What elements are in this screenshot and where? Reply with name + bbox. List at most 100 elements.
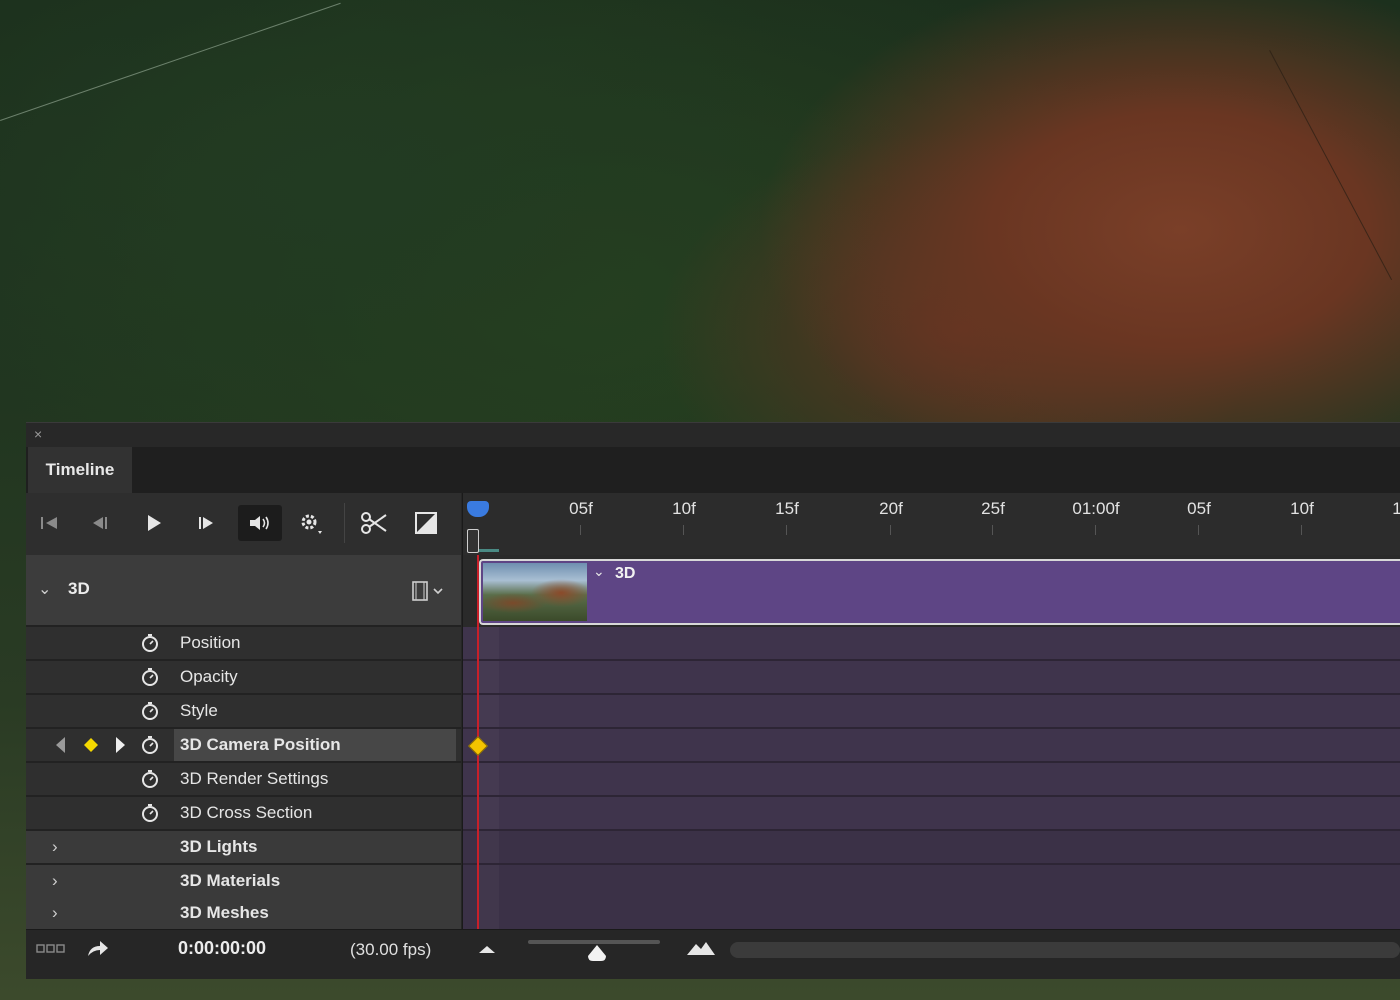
clip-label: 3D [615,565,636,582]
layers-list: ⌄ 3D Position Opacity Style 3D Camera Po… [26,555,461,931]
previous-keyframe-icon[interactable] [56,737,66,753]
film-icon[interactable] [412,581,448,606]
ruler-tick [1095,525,1096,535]
next-frame-icon [199,517,213,529]
stopwatch-icon[interactable] [140,701,160,721]
next-keyframe-icon[interactable] [116,737,126,753]
work-area-bar[interactable] [479,549,499,552]
group-row-3d-lights[interactable]: › 3D Lights [26,831,461,865]
track-row[interactable] [463,831,1400,865]
gear-icon [301,514,322,534]
playback-settings-button[interactable] [290,505,330,541]
render-video-icon[interactable] [86,938,110,958]
track-work-area-shade [479,661,499,693]
property-row-3d-camera-position[interactable]: 3D Camera Position [26,729,461,763]
work-area-start-handle[interactable] [467,529,479,553]
property-label: Style [180,701,218,720]
track-row[interactable] [463,627,1400,661]
ruler-label: 10f [1290,499,1314,518]
panel-topbar: × [26,423,1400,447]
add-keyframe-icon[interactable] [84,738,98,752]
ruler-tick [1301,525,1302,535]
property-label: 3D Cross Section [180,803,313,822]
track-work-area-shade [479,763,499,795]
toolbar-divider [344,503,345,543]
track-row[interactable] [463,897,1400,931]
chevron-right-icon[interactable]: › [52,837,58,857]
track-work-area-shade [479,897,499,929]
timeline-status-bar: 0:00:00:00 (30.00 fps) [26,929,1400,970]
property-row-3d-cross-section[interactable]: 3D Cross Section [26,797,461,831]
track-row[interactable] [463,729,1400,763]
zoom-out-icon[interactable] [478,944,496,954]
go-to-previous-frame-button[interactable] [80,505,120,541]
transition-icon [415,512,437,534]
track-row[interactable] [463,695,1400,729]
ruler-label: 25f [981,499,1005,518]
track-row[interactable] [463,661,1400,695]
go-to-first-frame-button[interactable] [30,505,70,541]
property-label: Position [180,633,241,652]
current-time-indicator[interactable] [467,501,489,517]
group-label: 3D Materials [180,871,281,890]
ruler-label: 05f [1187,499,1211,518]
group-row-3d-meshes[interactable]: › 3D Meshes [26,897,461,931]
first-frame-icon [41,517,57,529]
property-label: 3D Render Settings [180,769,329,788]
play-button[interactable] [134,505,174,541]
ruler-tick [580,525,581,535]
transition-button[interactable] [406,505,446,541]
group-label: 3D Meshes [180,903,269,922]
stopwatch-icon[interactable] [140,803,160,823]
stopwatch-icon[interactable] [140,769,160,789]
stopwatch-icon[interactable] [140,735,160,755]
timeline-panel: × Timeline 05f 10f 15f 20f 25f 01:00f 05… [26,422,1400,979]
chevron-down-icon[interactable]: ⌄ [38,579,51,599]
play-icon [148,515,161,531]
property-label: Opacity [180,667,238,686]
current-timecode[interactable]: 0:00:00:00 [178,938,266,959]
horizontal-scrollbar[interactable] [730,942,1400,958]
tab-timeline[interactable]: Timeline [28,447,132,493]
ruler-tick [890,525,891,535]
track-row[interactable] [463,865,1400,899]
close-icon[interactable]: × [34,427,42,441]
track-work-area-shade [479,865,499,897]
layer-name: 3D [68,579,90,598]
group-row-3d-materials[interactable]: › 3D Materials [26,865,461,899]
tab-strip: Timeline [26,447,1400,493]
ruler-label: 01:00f [1072,499,1120,518]
property-row-position[interactable]: Position [26,627,461,661]
zoom-in-icon[interactable] [686,940,716,956]
transport-toolbar [26,493,461,555]
ruler-tick [683,525,684,535]
speaker-icon [250,516,269,530]
tracks-area[interactable]: ⌄ 3D [462,555,1400,931]
property-row-opacity[interactable]: Opacity [26,661,461,695]
layer-clip-3d[interactable]: ⌄ 3D [479,559,1400,625]
ruler-tick [992,525,993,535]
chevron-right-icon[interactable]: › [52,903,58,923]
clip-thumbnail [483,563,587,621]
ruler-label: 20f [879,499,903,518]
split-at-playhead-button[interactable] [354,505,394,541]
zoom-slider-thumb[interactable] [586,944,608,962]
ruler-label: 1 [1392,499,1400,518]
track-row[interactable] [463,763,1400,797]
scissors-icon [361,512,387,534]
track-row[interactable] [463,797,1400,831]
layer-row-3d[interactable]: ⌄ 3D [26,555,461,627]
stopwatch-icon[interactable] [140,633,160,653]
stopwatch-icon[interactable] [140,667,160,687]
mute-audio-button[interactable] [238,505,282,541]
time-ruler[interactable]: 05f 10f 15f 20f 25f 01:00f 05f 10f 1 [462,493,1400,555]
ruler-label: 10f [672,499,696,518]
track-work-area-shade [479,695,499,727]
property-row-3d-render-settings[interactable]: 3D Render Settings [26,763,461,797]
go-to-next-frame-button[interactable] [186,505,226,541]
property-row-style[interactable]: Style [26,695,461,729]
convert-to-frame-animation-icon[interactable] [36,944,66,954]
chevron-right-icon[interactable]: › [52,871,58,891]
chevron-down-icon[interactable]: ⌄ [593,563,605,580]
ruler-tick [1198,525,1199,535]
